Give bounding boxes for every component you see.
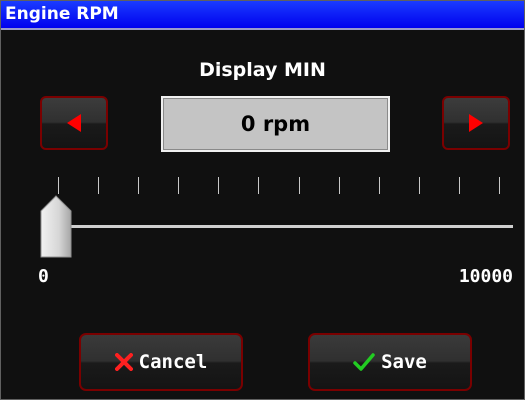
slider-tick [419,177,420,194]
checkmark-icon [353,353,375,371]
slider-tick [499,177,500,194]
slider-tick [258,177,259,194]
engine-rpm-dialog: Engine RPM Display MIN 0 rpm 0 10000 Can… [0,0,525,400]
triangle-right-icon [469,114,483,132]
slider-tick [98,177,99,194]
slider-min-label: 0 [38,266,49,287]
setting-heading: Display MIN [199,59,326,81]
slider-tick [218,177,219,194]
slider-tick [178,177,179,194]
slider-thumb[interactable] [40,195,72,259]
slider-tick [58,177,59,194]
triangle-left-icon [67,114,81,132]
title-divider [1,28,524,30]
cancel-button[interactable]: Cancel [79,333,243,391]
slider-max-label: 10000 [458,266,513,287]
slider-tick [339,177,340,194]
value-display: 0 rpm [161,96,390,152]
slider-tick [138,177,139,194]
slider-tick [459,177,460,194]
x-icon [114,353,133,371]
save-button[interactable]: Save [308,333,472,391]
slider-thumb-shape [40,195,72,258]
slider-ticks [1,177,524,197]
slider-tick [379,177,380,194]
increase-button[interactable] [442,96,510,150]
slider-track[interactable] [43,225,513,228]
save-label: Save [381,351,427,373]
decrease-button[interactable] [40,96,108,150]
slider-tick [299,177,300,194]
cancel-label: Cancel [138,351,208,373]
window-title: Engine RPM [1,1,524,28]
